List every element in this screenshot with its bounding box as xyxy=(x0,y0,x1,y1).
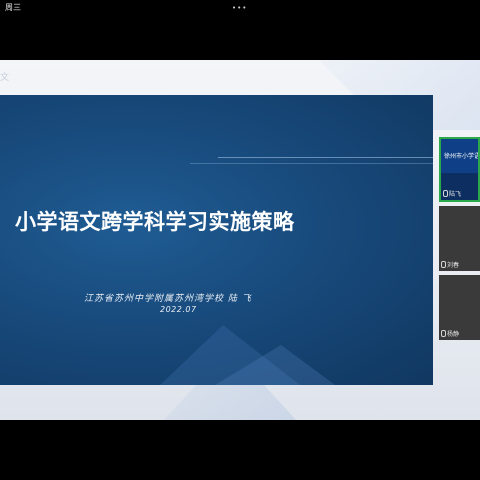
participant-name: 陆飞 xyxy=(449,191,462,198)
slide-author: 江苏省苏州中学附属苏州湾学校 陆 飞 xyxy=(84,294,252,304)
participant-name: 杨静 xyxy=(447,331,460,338)
background-ghost-text: 文 xyxy=(0,73,10,83)
status-bar: 周三 ••• xyxy=(0,0,480,16)
presentation-slide: 小学语文跨学科学习实施策略 江苏省苏州中学附属苏州湾学校 陆 飞 2022.07 xyxy=(0,95,433,385)
slide-title: 小学语文跨学科学习实施策略 xyxy=(15,210,295,234)
participant-thumbnail-title: 徐州市小学语 xyxy=(444,153,480,160)
bottom-bar xyxy=(0,420,480,480)
slide-decor-line xyxy=(190,163,433,164)
status-day: 周三 xyxy=(5,3,21,12)
microphone-icon xyxy=(441,261,446,268)
microphone-icon xyxy=(443,190,448,197)
slide-date: 2022.07 xyxy=(160,305,197,314)
participant-name: 刘春 xyxy=(447,262,460,269)
participant-tile-active[interactable]: 徐州市小学语 陆飞 xyxy=(439,137,480,202)
menu-dots-icon[interactable]: ••• xyxy=(232,0,247,16)
participant-tile[interactable]: 刘春 xyxy=(439,206,480,271)
slide-decor-line xyxy=(218,157,433,158)
participant-tile[interactable]: 杨静 xyxy=(439,275,480,340)
microphone-icon xyxy=(441,330,446,337)
